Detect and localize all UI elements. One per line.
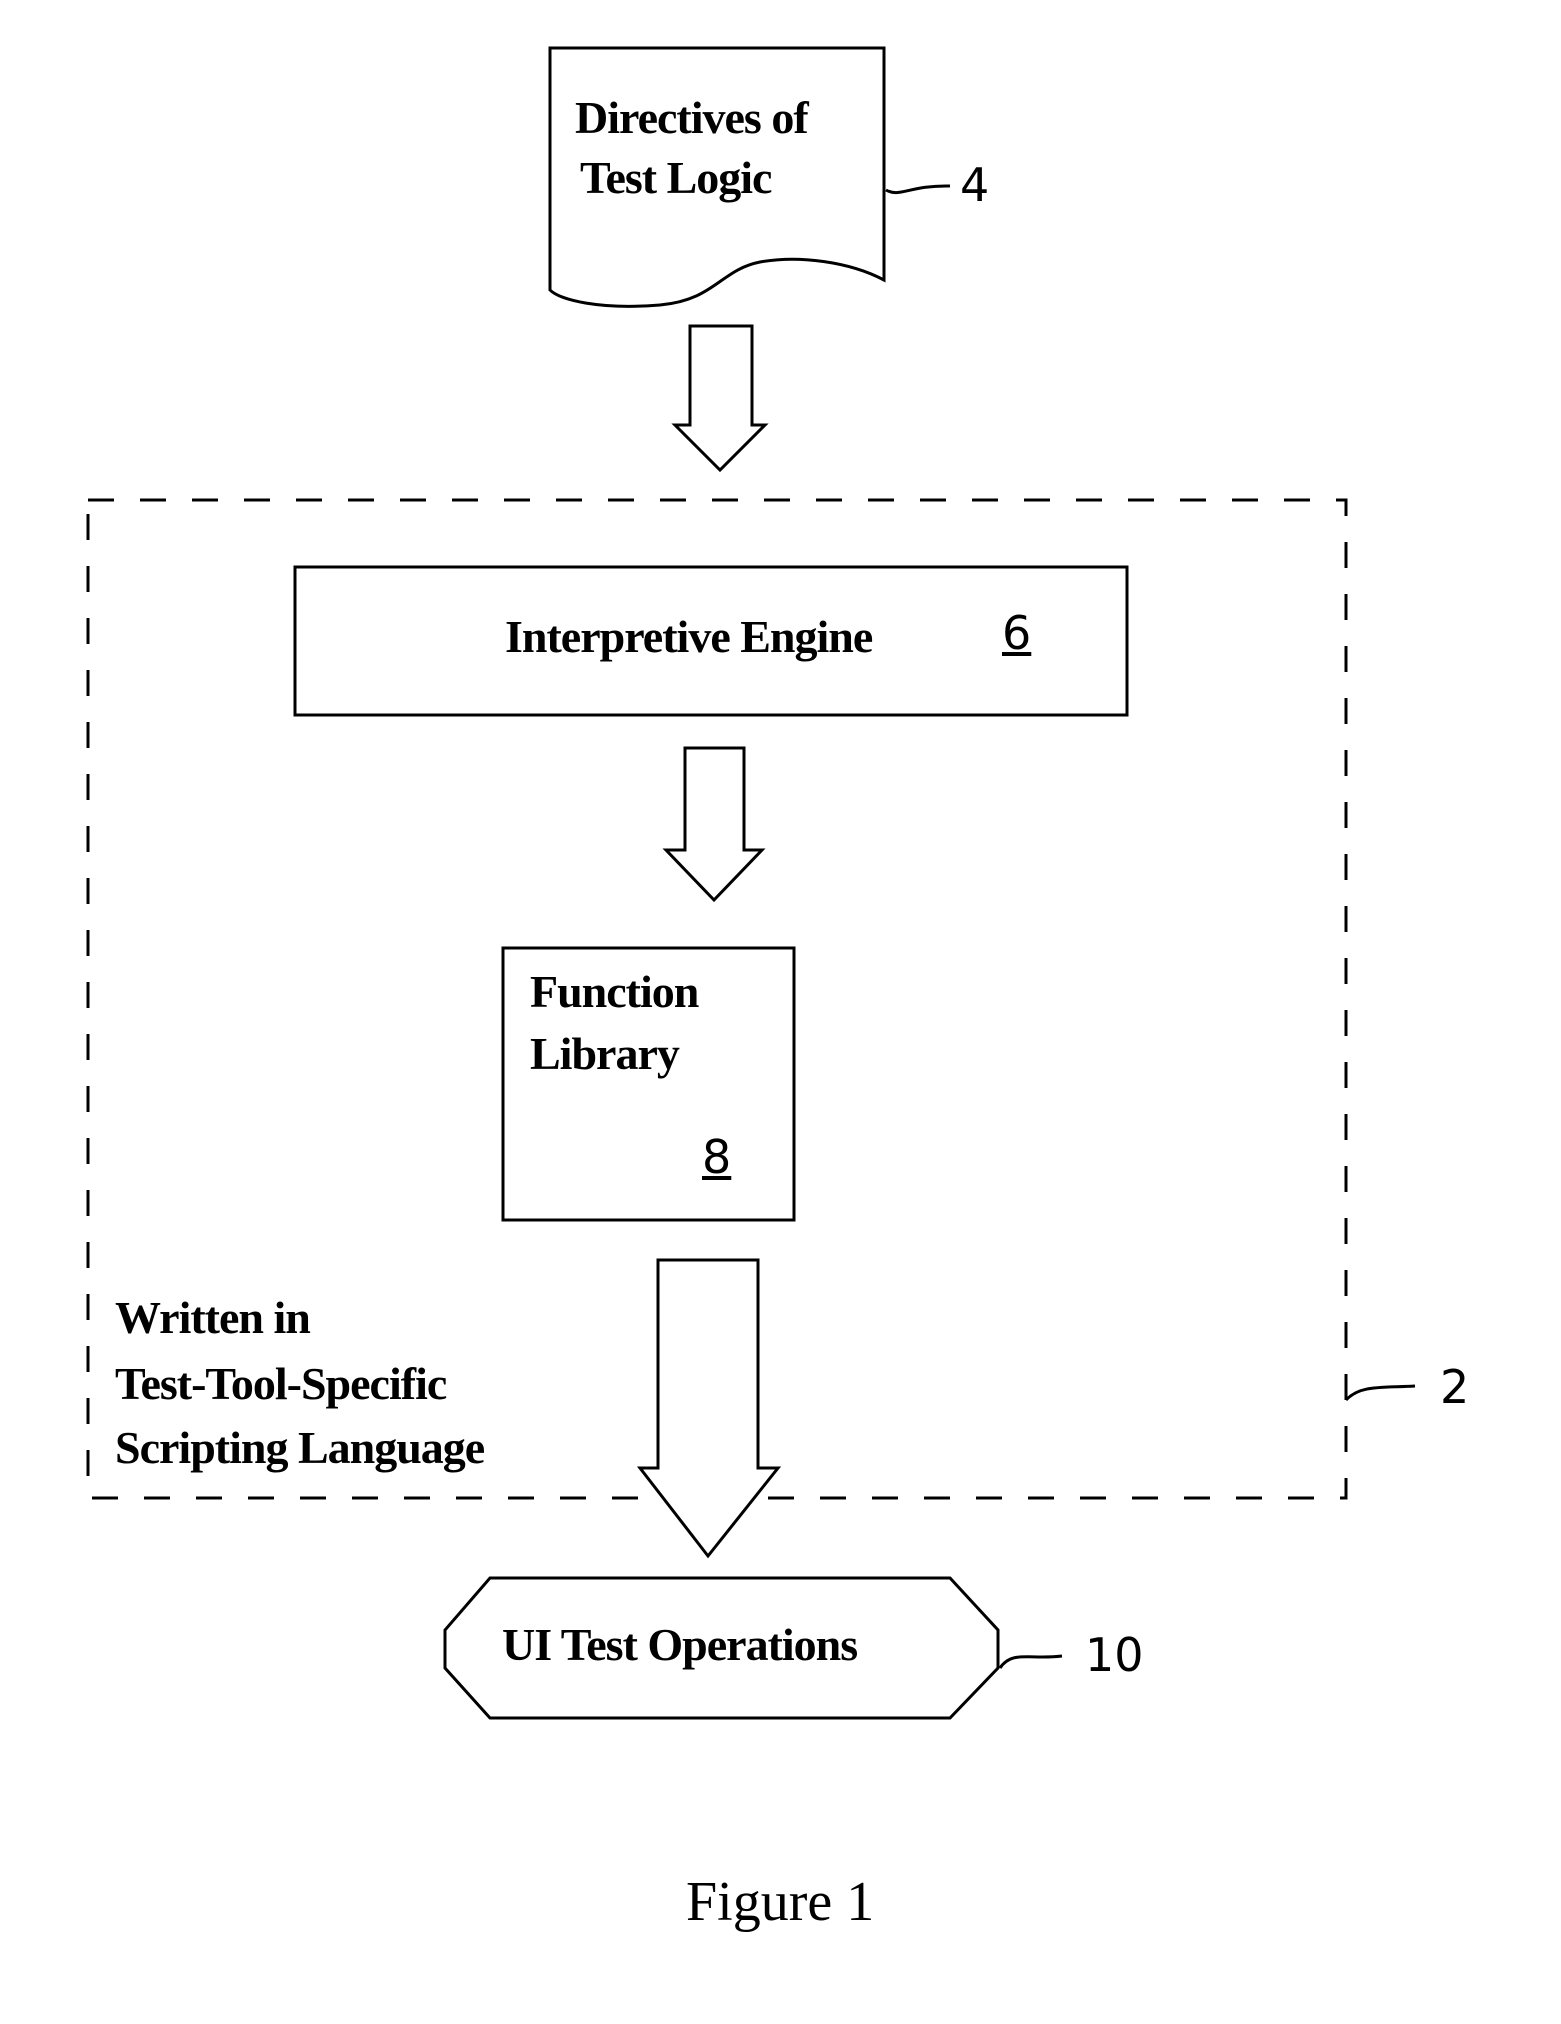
arrow-engine-to-library xyxy=(662,746,766,903)
ref-10-leader xyxy=(998,1654,1063,1669)
library-label-line2: Library xyxy=(530,1028,680,1079)
ref-8: 8 xyxy=(702,1130,732,1184)
ref-6: 6 xyxy=(1002,606,1032,660)
ui-ops-label: UI Test Operations xyxy=(502,1619,858,1670)
ref-4-leader xyxy=(885,184,951,195)
arrow-library-to-ui-ops xyxy=(636,1258,782,1559)
ref-4: 4 xyxy=(960,158,990,212)
figure-caption: Figure 1 xyxy=(686,1871,875,1933)
directives-label-line2: Test Logic xyxy=(580,152,772,203)
container-label-line3: Scripting Language xyxy=(115,1422,485,1473)
ref-2: 2 xyxy=(1440,1360,1470,1414)
ref-2-leader xyxy=(1344,1384,1416,1402)
ref-10: 10 xyxy=(1085,1628,1144,1682)
container-label-line2: Test-Tool-Specific xyxy=(115,1358,447,1409)
library-label-line1: Function xyxy=(530,966,699,1017)
diagram-canvas xyxy=(86,46,1416,1720)
engine-label: Interpretive Engine xyxy=(505,611,873,662)
container-label-line1: Written in xyxy=(115,1292,311,1343)
arrow-directives-to-engine xyxy=(671,324,769,473)
directives-label-line1: Directives of xyxy=(575,92,809,143)
